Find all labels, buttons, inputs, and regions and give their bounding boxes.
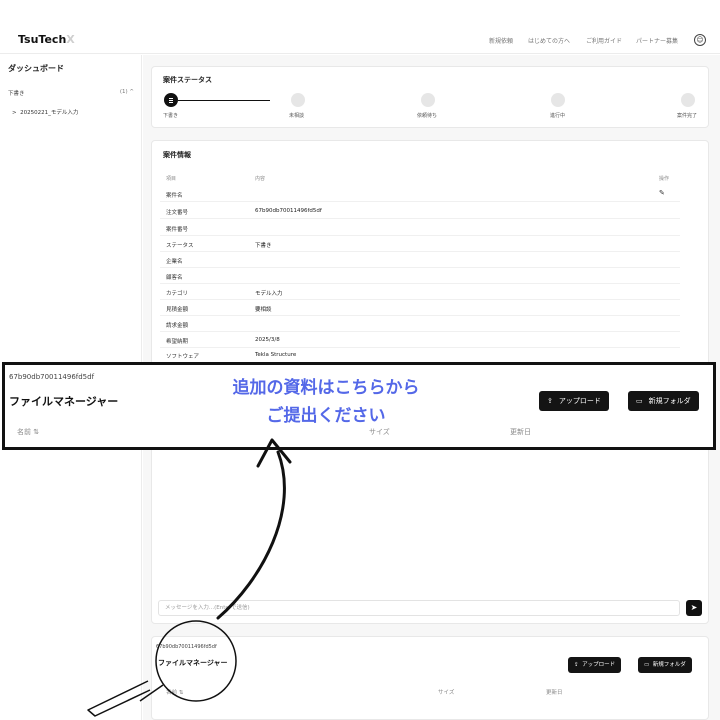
step-label-complete: 案件完了 xyxy=(677,113,698,119)
table-row: ソフトウェア Tekla Structure xyxy=(160,347,680,363)
table-row: カテゴリ モデル入力 xyxy=(160,284,680,300)
logo-text: TsuTech xyxy=(18,33,67,46)
row-label: 案件名 xyxy=(166,193,183,199)
col-header-content: 内容 xyxy=(255,176,266,182)
upload-button-label: アップロード xyxy=(558,397,601,405)
info-card-title: 案件情報 xyxy=(163,151,191,159)
file-manager-card xyxy=(151,636,709,720)
col-header-name[interactable]: 名前 ⇅ xyxy=(17,427,39,437)
sidebar-group-count: (1) ^ xyxy=(119,89,134,95)
row-label: ステータス xyxy=(166,243,194,249)
top-header: TsuTechX 新規依頼 はじめての方へ ご利用ガイド パートナー募集 ☺ xyxy=(0,0,720,54)
nav-usage-guide[interactable]: ご利用ガイド xyxy=(586,36,622,45)
step-dot-waiting xyxy=(421,93,435,107)
new-folder-button-small-label: 新規フォルダ xyxy=(652,662,686,668)
step-label-draft: 下書き xyxy=(163,113,179,119)
col-header-size-small[interactable]: サイズ xyxy=(438,688,454,696)
upload-button-small-label: アップロード xyxy=(582,662,616,668)
table-row: ステータス 下書き xyxy=(160,236,680,252)
chevron-right-icon: > xyxy=(12,110,17,116)
row-value: 要相談 xyxy=(255,307,272,313)
row-label: 見積金額 xyxy=(166,307,189,313)
sidebar-group-drafts[interactable]: 下書き (1) ^ xyxy=(8,89,134,97)
row-label: ソフトウェア xyxy=(166,354,200,360)
table-row: 顧客名 xyxy=(160,268,680,284)
table-row: 企業名 xyxy=(160,252,680,268)
sidebar-title: ダッシュボード xyxy=(8,64,64,73)
send-icon: ➤ xyxy=(690,603,698,612)
table-row: 見積金額 要相談 xyxy=(160,300,680,316)
file-manager-order-id: 67b90db70011496fd5df xyxy=(9,373,95,381)
nav-first-time[interactable]: はじめての方へ xyxy=(528,36,570,45)
table-row: 注文番号 67b90db70011496fd5df xyxy=(160,203,680,219)
sidebar-item-draft[interactable]: > 20250221_モデル入力 xyxy=(12,108,78,116)
user-circle-icon[interactable]: ☺ xyxy=(694,34,706,46)
sidebar-group-label: 下書き xyxy=(8,91,25,97)
nav-partner-recruit[interactable]: パートナー募集 xyxy=(636,36,678,45)
table-row: 案件番号 xyxy=(160,220,680,236)
annotation-line-1: 追加の資料はこちらから xyxy=(232,378,420,398)
table-row: 希望納期 2025/3/8 xyxy=(160,332,680,348)
row-value: 67b90db70011496fd5df xyxy=(255,208,322,214)
row-value: 下書き xyxy=(255,243,272,249)
row-value: 2025/3/8 xyxy=(255,337,280,343)
col-header-action: 操作 xyxy=(659,176,670,182)
row-label: カテゴリ xyxy=(166,291,189,297)
step-dot-complete xyxy=(681,93,695,107)
file-manager-title: ファイルマネージャー xyxy=(9,395,119,408)
col-header-updated[interactable]: 更新日 xyxy=(510,427,531,437)
col-header-name-small[interactable]: 名前 ⇅ xyxy=(166,688,183,696)
stepper-progress-line xyxy=(178,100,270,101)
step-label-unconsulted: 未相談 xyxy=(289,113,305,119)
row-value: モデル入力 xyxy=(255,291,283,297)
upload-button-small[interactable]: ⇪ アップロード xyxy=(568,657,622,673)
send-button[interactable]: ➤ xyxy=(686,600,702,616)
row-label: 企業名 xyxy=(166,259,183,265)
file-manager-title-small: ファイルマネージャー xyxy=(158,659,228,667)
step-label-waiting: 依頼待ち xyxy=(417,113,438,119)
logo-mark: X xyxy=(66,33,75,46)
file-manager-order-id-small: 67b90db70011496fd5df xyxy=(156,644,217,650)
new-folder-button-label: 新規フォルダ xyxy=(648,397,691,405)
pencil-icon[interactable]: ✎ xyxy=(659,189,665,197)
folder-icon: ▭ xyxy=(636,397,643,405)
row-label: 顧客名 xyxy=(166,275,183,281)
row-label: 案件番号 xyxy=(166,227,189,233)
step-dot-unconsulted xyxy=(291,93,305,107)
row-value: Tekla Structure xyxy=(255,352,297,358)
col-header-updated-small[interactable]: 更新日 xyxy=(546,688,563,696)
table-row: 請求金額 xyxy=(160,316,680,332)
col-header-item: 項目 xyxy=(166,176,177,182)
new-folder-button-small[interactable]: ▭ 新規フォルダ xyxy=(638,657,692,673)
status-card-title: 案件ステータス xyxy=(163,76,212,84)
upload-icon: ⇪ xyxy=(574,662,579,668)
folder-icon: ▭ xyxy=(644,662,650,668)
new-folder-button[interactable]: ▭ 新規フォルダ xyxy=(628,391,699,411)
message-input[interactable]: メッセージを入力...(Enterで送信) xyxy=(158,600,680,616)
upload-icon: ⇪ xyxy=(547,397,553,405)
sidebar-item-label: 20250221_モデル入力 xyxy=(20,110,79,116)
step-dot-in-progress xyxy=(551,93,565,107)
row-label: 注文番号 xyxy=(166,210,189,216)
col-header-size[interactable]: サイズ xyxy=(369,427,390,437)
row-label: 請求金額 xyxy=(166,323,189,329)
upload-button[interactable]: ⇪ アップロード xyxy=(539,391,609,411)
step-dot-draft xyxy=(164,93,178,107)
file-manager-highlight: 67b90db70011496fd5df ファイルマネージャー 名前 ⇅ サイズ… xyxy=(2,362,716,450)
step-label-in-progress: 進行中 xyxy=(550,113,566,119)
annotation-line-2: ご提出ください xyxy=(266,406,386,426)
row-label: 希望納期 xyxy=(166,339,189,345)
logo[interactable]: TsuTechX xyxy=(18,33,75,46)
nav-new-request[interactable]: 新規依頼 xyxy=(489,36,513,45)
table-row: 案件名 ✎ xyxy=(160,186,680,202)
